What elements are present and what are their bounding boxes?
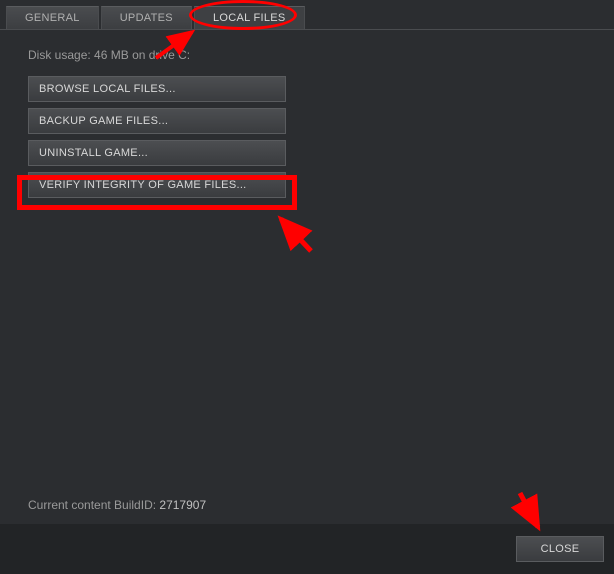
backup-game-files-button[interactable]: BACKUP GAME FILES...	[28, 108, 286, 134]
tab-updates[interactable]: UPDATES	[101, 6, 192, 29]
uninstall-game-button[interactable]: UNINSTALL GAME...	[28, 140, 286, 166]
tab-general[interactable]: GENERAL	[6, 6, 99, 29]
build-id-label: Current content BuildID:	[28, 498, 156, 512]
annotation-arrow-verify	[273, 211, 319, 257]
build-id-text: Current content BuildID: 2717907	[28, 498, 206, 512]
verify-integrity-button[interactable]: VERIFY INTEGRITY OF GAME FILES...	[28, 172, 286, 198]
tabs-bar: GENERAL UPDATES LOCAL FILES	[0, 0, 614, 30]
actions-list: BROWSE LOCAL FILES... BACKUP GAME FILES.…	[0, 66, 614, 198]
disk-usage-value: 46 MB on drive C:	[94, 48, 190, 62]
build-id-value: 2717907	[159, 498, 206, 512]
disk-usage-text: Disk usage: 46 MB on drive C:	[0, 30, 614, 66]
browse-local-files-button[interactable]: BROWSE LOCAL FILES...	[28, 76, 286, 102]
dialog-footer: CLOSE	[0, 524, 614, 574]
tab-local-files[interactable]: LOCAL FILES	[194, 6, 305, 29]
disk-usage-label: Disk usage:	[28, 48, 91, 62]
close-button[interactable]: CLOSE	[516, 536, 604, 562]
